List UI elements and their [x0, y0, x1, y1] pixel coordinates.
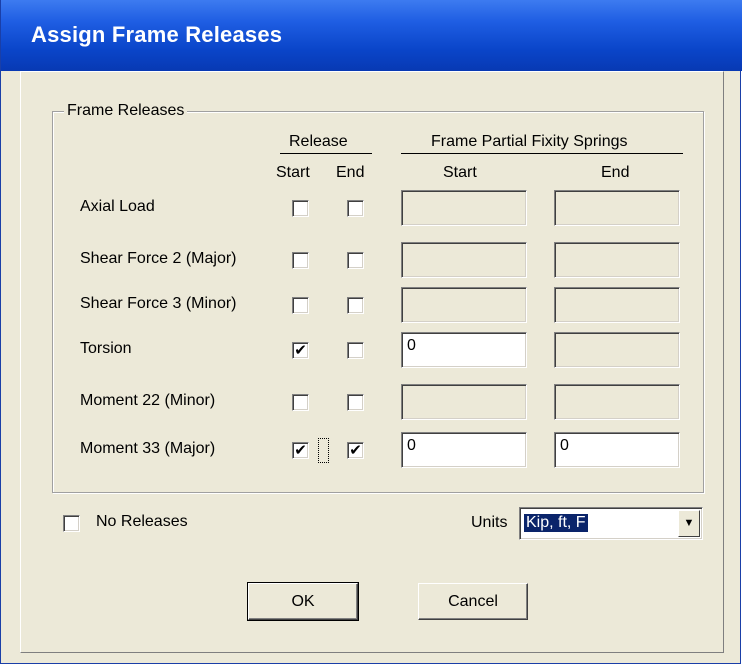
row-label: Torsion: [80, 340, 132, 357]
release-end-checkbox[interactable]: [347, 252, 364, 269]
spring-end-field[interactable]: [554, 384, 680, 420]
release-end-header: End: [336, 164, 365, 181]
springs-end-header: End: [601, 164, 630, 181]
no-releases-checkbox[interactable]: [63, 515, 80, 532]
frame-releases-group-label: Frame Releases: [64, 102, 188, 120]
release-end-checkbox[interactable]: ✔: [347, 442, 364, 459]
spring-end-field[interactable]: [554, 190, 680, 226]
springs-header: Frame Partial Fixity Springs: [431, 133, 628, 150]
spring-start-field[interactable]: [401, 287, 527, 323]
dialog-title: Assign Frame Releases: [31, 22, 283, 47]
dropdown-arrow-icon[interactable]: ▼: [678, 510, 700, 537]
row-label: Moment 33 (Major): [80, 440, 216, 457]
spring-end-field[interactable]: [554, 242, 680, 278]
ok-button[interactable]: OK: [247, 582, 359, 621]
spring-end-field[interactable]: 0: [554, 432, 680, 468]
release-header: Release: [289, 133, 348, 150]
release-start-checkbox[interactable]: [292, 252, 309, 269]
release-end-checkbox[interactable]: [347, 200, 364, 217]
row-label: Shear Force 3 (Minor): [80, 295, 237, 312]
spring-end-field[interactable]: [554, 332, 680, 368]
release-end-checkbox[interactable]: [347, 297, 364, 314]
row-label: Axial Load: [80, 198, 155, 215]
release-start-header: Start: [276, 164, 310, 181]
spring-start-field[interactable]: [401, 190, 527, 226]
release-start-checkbox[interactable]: ✔: [292, 442, 309, 459]
springs-start-header: Start: [443, 164, 477, 181]
release-start-checkbox[interactable]: [292, 200, 309, 217]
cancel-button[interactable]: Cancel: [418, 583, 528, 620]
row-label: Moment 22 (Minor): [80, 392, 216, 409]
row-label: Shear Force 2 (Major): [80, 250, 237, 267]
units-label: Units: [471, 514, 508, 531]
release-start-checkbox[interactable]: [292, 297, 309, 314]
spring-start-field[interactable]: [401, 384, 527, 420]
release-start-checkbox[interactable]: ✔: [292, 342, 309, 359]
spring-start-field[interactable]: 0: [401, 432, 527, 468]
units-selected-value: Kip, ft, F: [524, 514, 588, 532]
units-select[interactable]: Kip, ft, F ▼: [519, 507, 703, 540]
focus-rectangle: [318, 438, 329, 463]
release-start-checkbox[interactable]: [292, 394, 309, 411]
spring-start-field[interactable]: 0: [401, 332, 527, 368]
release-header-rule: [280, 153, 372, 154]
spring-end-field[interactable]: [554, 287, 680, 323]
release-end-checkbox[interactable]: [347, 342, 364, 359]
spring-start-field[interactable]: [401, 242, 527, 278]
springs-header-rule: [401, 153, 683, 154]
title-bar[interactable]: Assign Frame Releases: [1, 0, 742, 71]
no-releases-label: No Releases: [96, 513, 188, 530]
release-end-checkbox[interactable]: [347, 394, 364, 411]
